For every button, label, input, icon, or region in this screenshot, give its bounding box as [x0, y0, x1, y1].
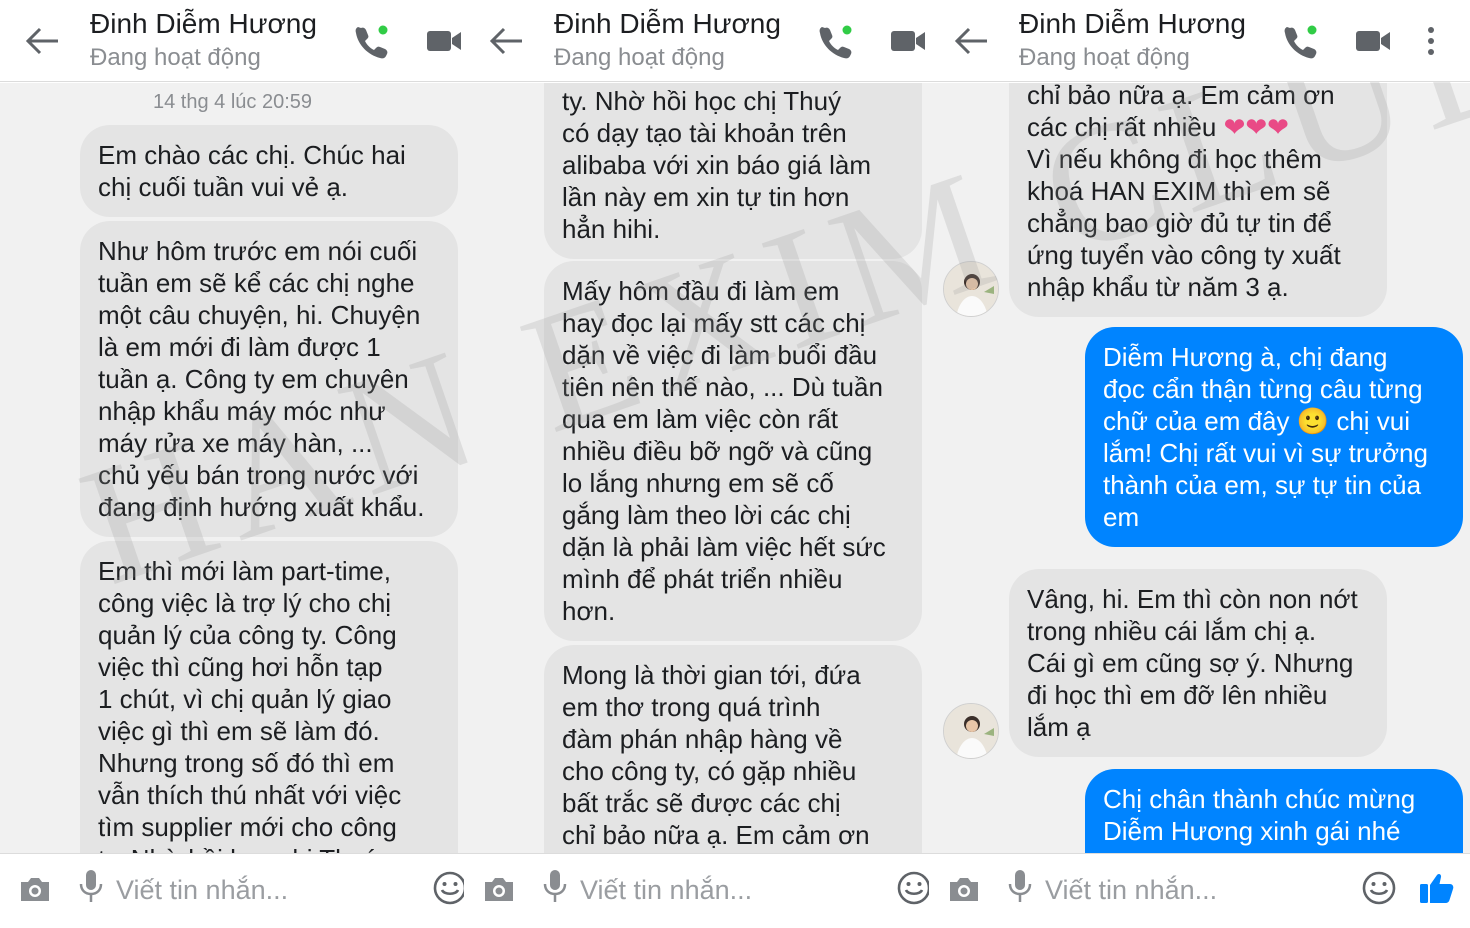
- message-bubble-incoming: Mong là thời gian tới, đứa em thơ trong …: [544, 645, 922, 853]
- heart-emoji-icon: ❤: [1245, 112, 1268, 142]
- camera-icon[interactable]: [18, 874, 52, 904]
- message-composer: [929, 853, 1470, 928]
- video-camera-icon[interactable]: [889, 26, 927, 56]
- phone-icon[interactable]: [816, 22, 856, 60]
- emoji-icon[interactable]: [432, 870, 465, 906]
- camera-icon[interactable]: [947, 874, 981, 904]
- message-bubble-incoming: Như hôm trước em nói cuối tuần em sẽ kể …: [80, 221, 458, 537]
- message-input[interactable]: [1045, 868, 1335, 912]
- phone-icon[interactable]: [1281, 22, 1321, 60]
- avatar-image: [944, 704, 998, 758]
- microphone-icon[interactable]: [542, 868, 568, 906]
- message-bubble-incoming: chỉ bảo nữa ạ. Em cảm ơn các chị rất nhi…: [1009, 83, 1387, 317]
- microphone-icon[interactable]: [78, 868, 104, 906]
- emoji-icon[interactable]: [896, 870, 929, 906]
- phone-icon[interactable]: [352, 22, 392, 60]
- message-timestamp: 14 thg 4 lúc 20:59: [152, 91, 312, 113]
- contact-name[interactable]: Đinh Diễm Hương: [90, 8, 317, 40]
- contact-status: Đang hoạt động: [90, 44, 261, 71]
- message-bubble-incoming: Mấy hôm đầu đi làm em hay đọc lại mấy st…: [544, 261, 922, 641]
- message-bubble-outgoing: Diễm Hương à, chị đang đọc cẩn thận từng…: [1085, 327, 1463, 547]
- message-input[interactable]: [580, 868, 870, 912]
- video-camera-icon[interactable]: [425, 26, 463, 56]
- message-bubble-incoming: Em thì mới làm part-time, công việc là t…: [80, 541, 458, 853]
- video-camera-icon[interactable]: [1354, 26, 1392, 56]
- message-bubble-outgoing: Chị chân thành chúc mừng Diễm Hương xinh…: [1085, 769, 1463, 853]
- message-list[interactable]: 14 thg 4 lúc 20:59 Em chào các chị. Chúc…: [0, 83, 465, 853]
- thumbs-up-icon[interactable]: [1417, 868, 1455, 906]
- chat-panel-2: Đinh Diễm Hương Đang hoạt động ty. Nhờ h…: [464, 0, 929, 928]
- chat-header: Đinh Diễm Hương Đang hoạt động: [929, 0, 1470, 82]
- more-vertical-icon[interactable]: [1425, 26, 1437, 56]
- message-list[interactable]: ty. Nhờ hồi học chị Thuý có dạy tạo tài …: [464, 83, 929, 853]
- message-bubble-incoming: Vâng, hi. Em thì còn non nớt trong nhiều…: [1009, 569, 1387, 757]
- heart-emoji-icon: ❤: [1267, 112, 1289, 142]
- chat-panel-3: Đinh Diễm Hương Đang hoạt động chỉ bảo n…: [929, 0, 1470, 928]
- arrow-left-icon[interactable]: [24, 26, 60, 56]
- arrow-left-icon[interactable]: [953, 26, 989, 56]
- camera-icon[interactable]: [482, 874, 516, 904]
- message-input[interactable]: [116, 868, 406, 912]
- message-list[interactable]: chỉ bảo nữa ạ. Em cảm ơn các chị rất nhi…: [929, 83, 1470, 853]
- arrow-left-icon[interactable]: [488, 26, 524, 56]
- contact-name[interactable]: Đinh Diễm Hương: [554, 8, 781, 40]
- emoji-icon[interactable]: [1361, 870, 1397, 906]
- message-bubble-incoming: ty. Nhờ hồi học chị Thuý có dạy tạo tài …: [544, 83, 922, 259]
- message-bubble-incoming: Em chào các chị. Chúc hai chị cuối tuần …: [80, 125, 458, 217]
- message-composer: [0, 853, 465, 928]
- avatar[interactable]: [943, 703, 999, 759]
- contact-status: Đang hoạt động: [554, 44, 725, 71]
- chat-header: Đinh Diễm Hương Đang hoạt động: [0, 0, 465, 82]
- avatar-image: [944, 262, 998, 316]
- microphone-icon[interactable]: [1007, 868, 1033, 906]
- message-composer: [464, 853, 929, 928]
- avatar[interactable]: [943, 261, 999, 317]
- contact-name[interactable]: Đinh Diễm Hương: [1019, 8, 1246, 40]
- chat-header: Đinh Diễm Hương Đang hoạt động: [464, 0, 929, 82]
- heart-emoji-icon: ❤: [1223, 112, 1246, 142]
- contact-status: Đang hoạt động: [1019, 44, 1190, 71]
- chat-panel-1: Đinh Diễm Hương Đang hoạt động 14 thg 4 …: [0, 0, 465, 928]
